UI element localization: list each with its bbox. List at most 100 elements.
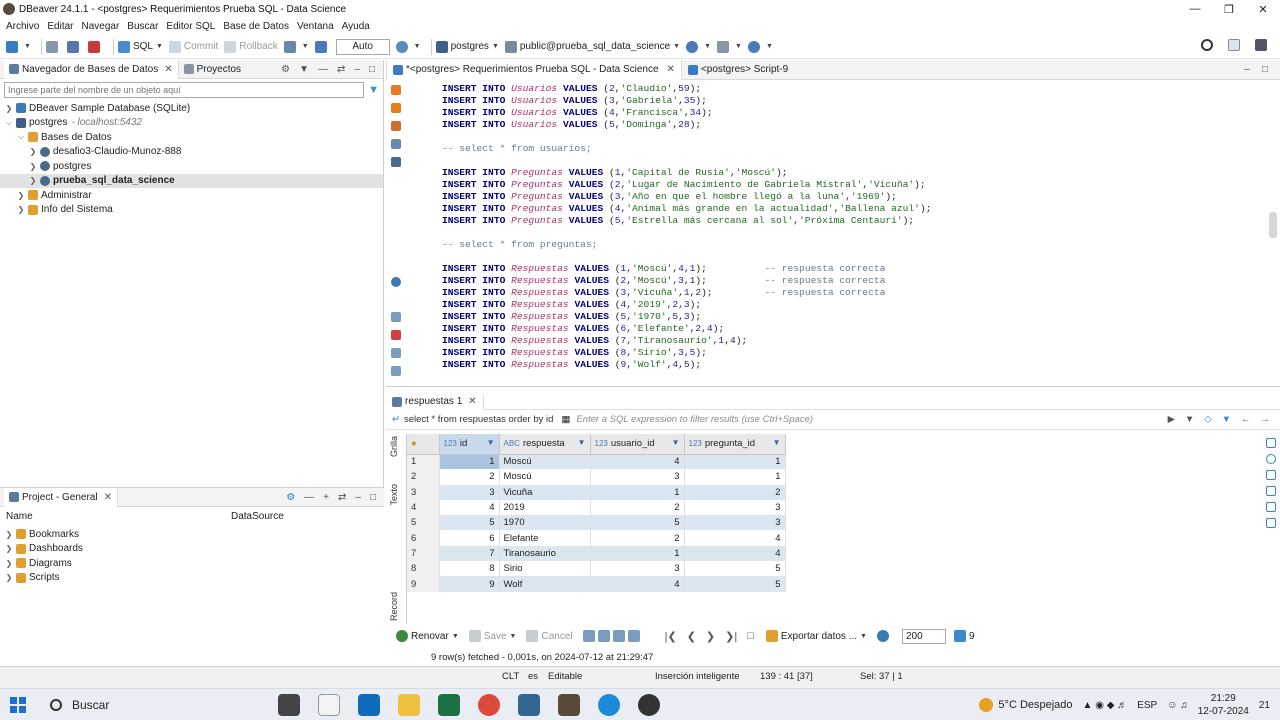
view-menu-icon[interactable]: ▼ [299,64,309,75]
filter-settings-icon[interactable]: ▼ [1222,414,1231,425]
expand-icon[interactable]: ❯ [4,573,14,582]
column-header-usuario-id[interactable]: 123 usuario_id ▼ [590,434,685,455]
columns-icon[interactable] [1266,518,1276,528]
cancel-button[interactable]: Cancel [526,630,573,642]
filter-expression-input[interactable]: Enter a SQL expression to filter results… [576,414,813,425]
expand-icon[interactable]: ❯ [28,162,38,171]
terminal-icon[interactable] [391,157,401,167]
object-filter-input[interactable] [4,82,365,98]
table-row[interactable]: 9 9 Wolf 4 5 [407,576,786,592]
clear-filter-icon[interactable]: ◇ [1204,414,1211,425]
link-editor-icon[interactable]: ⇄ [338,492,346,503]
load-file-icon[interactable] [391,330,401,340]
excel-icon[interactable] [438,694,460,716]
calc-icon[interactable] [1266,486,1276,496]
task-view-icon[interactable] [278,694,300,716]
tree-node-prueba-sql[interactable]: ❯ prueba_sql_data_science [0,173,383,188]
close-icon[interactable]: ✕ [164,64,172,75]
weather-widget[interactable]: 5°C Despejado [979,698,1073,712]
project-item-scripts[interactable]: ❯ Scripts [0,571,384,586]
link-editor-icon[interactable]: ⇄ [337,64,345,75]
fetch-all-icon[interactable]: □ [747,630,754,643]
expand-icon[interactable]: ❯ [4,559,14,568]
connect-button[interactable] [45,40,61,53]
expand-icon[interactable]: ❯ [28,147,38,156]
minimize-icon[interactable]: – [354,64,360,75]
active-schema-select[interactable]: public@prueba_sql_data_science ▼ [504,40,680,53]
tray-icons[interactable]: ▲ ◉ ◆ ♬ [1083,700,1128,711]
copy-row-icon[interactable] [612,630,625,642]
obs-icon[interactable] [638,694,660,716]
tab-database-navigator[interactable]: Navegador de Bases de Datos ✕ [4,59,179,79]
keyboard-language[interactable]: ESP [1137,700,1157,711]
tab-script-9[interactable]: <postgres> Script-9 [682,60,794,80]
pgadmin-icon[interactable] [518,694,540,716]
menu-editar[interactable]: Editar [47,21,73,32]
table-row[interactable]: 7 7 Tiranosaurio 1 4 [407,545,786,562]
table-row[interactable]: 6 6 Elefante 2 4 [407,530,786,546]
history-button[interactable]: ▼ [395,40,421,53]
menu-base-de-datos[interactable]: Base de Datos [223,21,289,32]
dbeaver-taskbar-icon[interactable] [558,694,580,716]
find-button[interactable]: ▼ [747,40,773,53]
expand-icon[interactable]: ❯ [4,544,14,553]
grid-layout-icon[interactable] [1266,470,1276,480]
sql-editor[interactable]: INSERT INTO Usuarios VALUES (2,'Claudio'… [386,80,1280,386]
tree-node-info-sistema[interactable]: ❯ Info del Sistema [0,203,383,218]
project-item-dashboards[interactable]: ❯ Dashboards [0,542,384,557]
minimize-icon[interactable]: – [1244,64,1250,75]
chart-icon[interactable] [1266,502,1276,512]
global-search-icon[interactable] [1201,39,1213,51]
new-connection-button[interactable]: ▼ [6,40,31,53]
menu-ventana[interactable]: Ventana [297,21,334,32]
editor-scrollbar[interactable] [1269,212,1277,238]
file-explorer-icon[interactable] [398,694,420,716]
widgets-icon[interactable] [318,694,340,716]
menu-ayuda[interactable]: Ayuda [342,21,370,32]
close-icon[interactable]: ✕ [468,396,476,407]
sql-editor-button[interactable]: SQL ▼ [117,40,163,53]
close-icon[interactable]: ✕ [667,64,675,75]
delete-row-icon[interactable] [627,630,640,642]
column-name[interactable]: Name [6,511,231,522]
tab-respuestas-1[interactable]: respuestas 1 ✕ [386,393,484,410]
add-row-icon[interactable] [597,630,610,642]
edit-cell-icon[interactable] [582,630,595,642]
notifications-badge[interactable]: 21 [1259,700,1270,711]
collapse-all-icon[interactable]: — [318,64,328,75]
prev-page-icon[interactable]: ❮ [687,630,696,643]
table-row[interactable]: 4 4 2019 2 3 [407,499,786,516]
disconnect-button[interactable] [87,40,103,53]
column-datasource[interactable]: DataSource [231,511,284,522]
table-row[interactable]: 3 3 Vicuña 1 2 [407,484,786,500]
tab-project-general[interactable]: Project - General ✕ [4,487,118,507]
close-icon[interactable]: ✕ [104,492,112,503]
menu-buscar[interactable]: Buscar [127,21,158,32]
settings-icon[interactable] [391,277,401,287]
sql-code[interactable]: INSERT INTO Usuarios VALUES (2,'Claudio'… [442,83,931,371]
tree-node-sample-db[interactable]: ❯ DBeaver Sample Database (SQLite) [0,101,383,116]
taskbar-search[interactable]: Buscar [44,694,266,716]
execute-new-tab-icon[interactable] [391,121,401,131]
filter-history-icon[interactable]: ▼ [1185,414,1194,425]
info-icon[interactable] [1266,454,1276,464]
windows-start-icon[interactable] [10,697,26,713]
tree-node-postgres-db[interactable]: ❯ postgres [0,159,383,174]
column-header-respuesta[interactable]: ABC respuesta ▼ [499,434,591,455]
refresh-button[interactable]: Renovar ▼ [396,630,459,642]
export-icon[interactable] [391,312,401,322]
tab-proyectos[interactable]: Proyectos [179,60,246,79]
menu-editor-sql[interactable]: Editor SQL [166,21,215,32]
explain-plan-icon[interactable] [391,139,401,149]
outline-icon[interactable] [391,366,401,376]
commit-mode-field[interactable]: Auto [335,38,390,55]
collapse-icon[interactable]: ⌵ [16,132,26,142]
tab-requerimientos-sql[interactable]: *<postgres> Requerimientos Prueba SQL - … [386,59,682,80]
active-connection-select[interactable]: postgres ▼ [435,40,499,53]
save-button[interactable]: Save ▼ [468,630,516,642]
clock[interactable]: 21:29 12-07-2024 [1198,692,1249,718]
rollback-button[interactable]: Rollback [224,40,278,53]
print-button[interactable]: ▼ [717,40,742,53]
transaction-mode-button[interactable]: ▼ [283,40,309,53]
expand-icon[interactable]: ❯ [28,176,38,185]
